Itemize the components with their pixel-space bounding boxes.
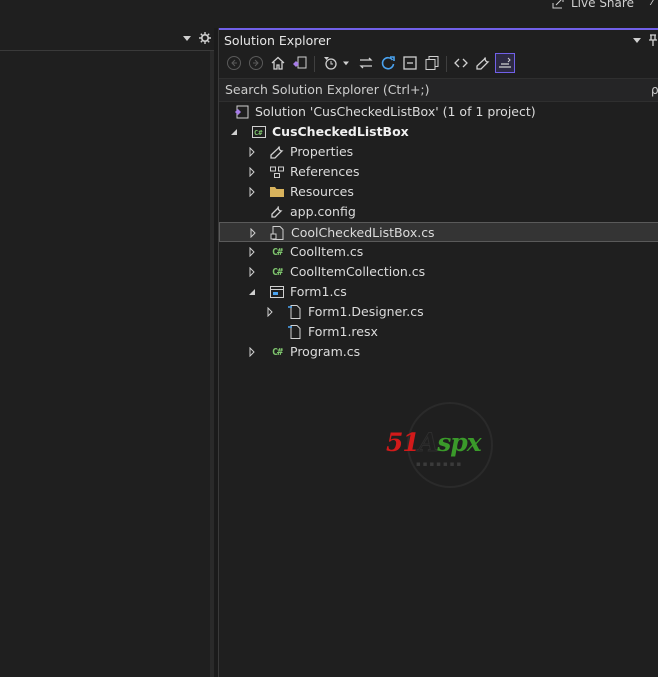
switch-views-button[interactable] bbox=[290, 53, 310, 73]
tree-item[interactable]: CoolCheckedListBox.cs bbox=[219, 222, 658, 242]
properties-button[interactable] bbox=[473, 53, 493, 73]
window-position-dropdown-icon[interactable] bbox=[182, 33, 192, 43]
csharp-file-icon: C# bbox=[271, 246, 283, 258]
collapsed-arrow-icon[interactable] bbox=[247, 147, 257, 157]
references-icon bbox=[269, 164, 285, 180]
refresh-icon bbox=[381, 56, 395, 70]
csharp-file-icon: C# bbox=[271, 346, 283, 358]
tree-item-label: Program.cs bbox=[290, 344, 361, 359]
view-code-icon bbox=[454, 58, 468, 68]
tree-item[interactable]: C# CusCheckedListBox bbox=[219, 122, 658, 142]
solution-icon bbox=[234, 104, 250, 120]
collapsed-arrow-icon[interactable] bbox=[248, 228, 258, 238]
toolbar-separator bbox=[446, 56, 447, 72]
component-file-icon bbox=[270, 225, 286, 241]
solution-explorer-toolbar bbox=[219, 50, 658, 78]
folder-icon bbox=[269, 184, 285, 200]
live-share-button[interactable]: Live Share bbox=[551, 0, 634, 11]
back-icon bbox=[227, 56, 241, 70]
pending-changes-filter-button[interactable] bbox=[320, 53, 340, 73]
tree-item-label: References bbox=[290, 164, 360, 179]
tree-item-label: Properties bbox=[290, 144, 354, 159]
tree-item-label: Resources bbox=[290, 184, 354, 199]
gear-icon[interactable] bbox=[198, 31, 212, 45]
svg-text:C#: C# bbox=[254, 129, 263, 137]
filter-dropdown-button[interactable] bbox=[340, 53, 352, 73]
forward-icon bbox=[249, 56, 263, 70]
view-code-button[interactable] bbox=[451, 53, 471, 73]
watermark-brand: 51Aspx bbox=[386, 428, 482, 458]
tree-item-label: CoolItem.cs bbox=[290, 244, 364, 259]
dropdown-icon bbox=[343, 61, 349, 66]
tree-item[interactable]: Form1.cs bbox=[219, 282, 658, 302]
toolbar-separator bbox=[314, 56, 315, 72]
left-pane-header bbox=[0, 28, 214, 51]
account-icon[interactable]: ⁄ bbox=[652, 0, 658, 8]
collapse-all-button[interactable] bbox=[400, 53, 420, 73]
search-placeholder: Search Solution Explorer (Ctrl+;) bbox=[225, 82, 430, 97]
collapsed-arrow-icon[interactable] bbox=[247, 347, 257, 357]
tree-item[interactable]: Resources bbox=[219, 182, 658, 202]
refresh-button[interactable] bbox=[378, 53, 398, 73]
tree-item[interactable]: Solution 'CusCheckedListBox' (1 of 1 pro… bbox=[219, 102, 658, 122]
solution-explorer-panel: Solution Explorer Search Solution Explor… bbox=[218, 28, 658, 677]
form-icon bbox=[269, 284, 285, 300]
config-file-icon bbox=[269, 204, 285, 220]
designer-file-icon bbox=[287, 304, 303, 320]
search-solution-explorer-input[interactable]: Search Solution Explorer (Ctrl+;) ρ bbox=[219, 78, 658, 102]
csharp-file-icon: C# bbox=[271, 266, 283, 278]
show-all-files-button[interactable] bbox=[422, 53, 442, 73]
tree-item[interactable]: Form1.resx bbox=[219, 322, 658, 342]
watermark-subtitle: ▪▪▪▪▪▪▪ bbox=[416, 460, 464, 468]
switch-views-icon bbox=[293, 56, 307, 69]
tree-item[interactable]: Properties bbox=[219, 142, 658, 162]
tree-item-label: app.config bbox=[290, 204, 356, 219]
collapsed-arrow-icon[interactable] bbox=[247, 167, 257, 177]
tree-item-label: CoolItemCollection.cs bbox=[290, 264, 426, 279]
tree-item-label: Form1.cs bbox=[290, 284, 347, 299]
watermark-logo: 51Aspx ▪▪▪▪▪▪▪ bbox=[380, 400, 515, 495]
collapsed-arrow-icon[interactable] bbox=[247, 187, 257, 197]
collapsed-arrow-icon[interactable] bbox=[247, 247, 257, 257]
preview-selected-items-icon bbox=[499, 57, 511, 68]
tree-item-label: Form1.resx bbox=[308, 324, 378, 339]
show-all-files-icon bbox=[425, 56, 439, 70]
left-pane bbox=[0, 28, 214, 677]
tree-item[interactable]: Form1.Designer.cs bbox=[219, 302, 658, 322]
sync-active-document-icon bbox=[359, 57, 373, 69]
collapse-all-icon bbox=[403, 56, 417, 70]
tree-item[interactable]: C# CoolItemCollection.cs bbox=[219, 262, 658, 282]
tree-item-label: Solution 'CusCheckedListBox' (1 of 1 pro… bbox=[255, 104, 536, 119]
sync-active-document-button[interactable] bbox=[356, 53, 376, 73]
home-button[interactable] bbox=[268, 53, 288, 73]
tree-item[interactable]: References bbox=[219, 162, 658, 182]
preview-selected-items-button[interactable] bbox=[495, 53, 515, 73]
properties-icon bbox=[476, 57, 490, 70]
wrench-icon bbox=[269, 144, 285, 160]
solution-explorer-titlebar: Solution Explorer bbox=[219, 28, 658, 50]
forward-button[interactable] bbox=[246, 53, 266, 73]
live-share-icon bbox=[552, 0, 564, 9]
back-button[interactable] bbox=[224, 53, 244, 73]
panel-title: Solution Explorer bbox=[224, 33, 331, 48]
tree-item[interactable]: app.config bbox=[219, 202, 658, 222]
tree-item-label: Form1.Designer.cs bbox=[308, 304, 424, 319]
tree-item[interactable]: C# Program.cs bbox=[219, 342, 658, 362]
resx-file-icon bbox=[287, 324, 303, 340]
collapsed-arrow-icon[interactable] bbox=[247, 267, 257, 277]
collapsed-arrow-icon[interactable] bbox=[265, 307, 275, 317]
tree-item-label: CoolCheckedListBox.cs bbox=[291, 225, 435, 240]
expanded-arrow-icon[interactable] bbox=[229, 127, 239, 137]
search-options-icon[interactable]: ρ bbox=[651, 83, 658, 97]
tree-item[interactable]: C# CoolItem.cs bbox=[219, 242, 658, 262]
csharp-project-icon: C# bbox=[251, 124, 267, 140]
top-strip: Live Share ⁄ bbox=[0, 0, 658, 28]
live-share-label: Live Share bbox=[571, 0, 634, 10]
tree-item-label: CusCheckedListBox bbox=[272, 124, 409, 139]
window-position-dropdown-icon[interactable] bbox=[633, 36, 641, 44]
home-icon bbox=[271, 56, 285, 70]
expanded-arrow-icon[interactable] bbox=[247, 287, 257, 297]
pin-icon[interactable] bbox=[647, 34, 658, 46]
pending-changes-filter-icon bbox=[324, 57, 337, 70]
